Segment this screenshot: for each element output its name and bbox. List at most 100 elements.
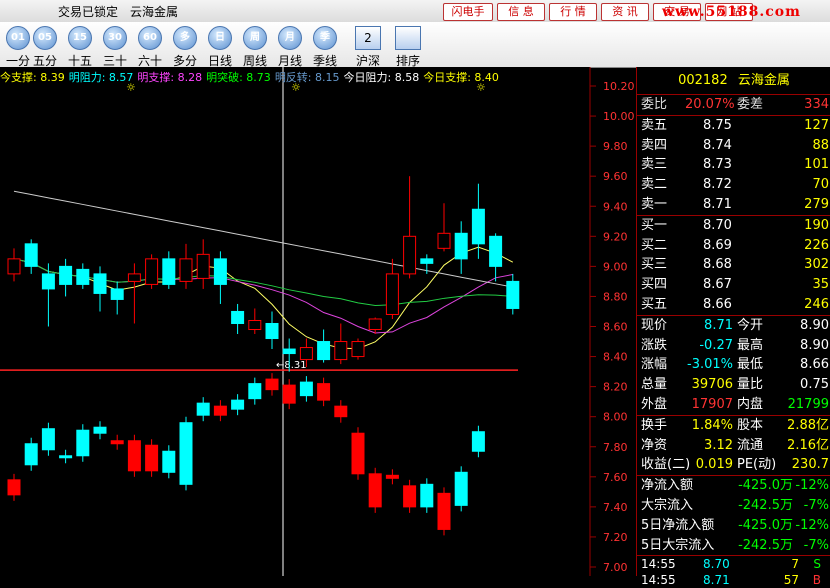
indicator-2: 明支撑: 8.28 xyxy=(137,71,203,84)
flow-value: -242.5万 xyxy=(738,497,793,513)
period-button-9[interactable]: 季季线 xyxy=(309,26,341,69)
candle-body-3 xyxy=(59,265,73,285)
indicator-4: 明反转: 8.15 xyxy=(274,71,340,84)
indicator-1: 明阻力: 8.57 xyxy=(68,71,134,84)
info-button[interactable]: 信 息 xyxy=(497,3,545,21)
indicator-0: 今支撑: 8.39 xyxy=(0,71,65,84)
buy-row-0: 买一 8.70 190 xyxy=(637,216,830,236)
sort-button[interactable]: 排序 xyxy=(392,26,424,69)
stat-row-4: 外盘 17907 内盘 21799 xyxy=(637,395,830,415)
fund-value: 0.019 xyxy=(695,457,733,473)
weibi-value: 20.07% xyxy=(685,97,735,112)
candle-body-13 xyxy=(231,310,245,324)
candle-body-27 xyxy=(471,208,485,245)
stat-row-0: 现价 8.71 今开 8.90 xyxy=(637,316,830,336)
support-label: ←8.31 xyxy=(276,360,307,371)
fund-label: 换手 xyxy=(641,417,668,433)
sell-label: 卖五 xyxy=(641,117,668,133)
stat-value-2: 8.90 xyxy=(800,317,829,333)
news-button[interactable]: 资 讯 xyxy=(601,3,649,21)
chart-icon xyxy=(395,26,421,50)
lower-body-22 xyxy=(385,474,399,479)
fund-label-2: 流通 xyxy=(737,437,764,453)
sell-row-4: 卖一 8.71 279 xyxy=(637,195,830,215)
candle-body-10 xyxy=(179,258,193,282)
period-button-7[interactable]: 周周线 xyxy=(239,26,271,69)
stat-label: 涨幅 xyxy=(641,357,668,373)
axis-label-16: 7.00 xyxy=(603,561,628,574)
kline-chart[interactable]: 10.20 10.00 9.80 9.60 9.40 9.20 9.00 8.80 8.60 8.… xyxy=(0,67,635,576)
candle-body-21 xyxy=(368,318,382,331)
fund-label: 收益(二) xyxy=(641,457,691,473)
fund-value-2: 230.7 xyxy=(791,457,829,473)
lower-body-1 xyxy=(24,443,38,466)
buy-label: 买二 xyxy=(641,237,668,253)
sell-volume: 70 xyxy=(812,177,829,193)
lower-body-12 xyxy=(213,405,227,416)
stat-value-2: 0.75 xyxy=(800,377,829,393)
candle-body-0 xyxy=(7,258,21,275)
flow-row-0: 净流入额 -425.0万 -12% xyxy=(637,476,830,496)
buy-row-4: 买五 8.66 246 xyxy=(637,295,830,315)
lower-body-7 xyxy=(127,440,141,472)
period-button-2[interactable]: 15 十五 xyxy=(64,26,96,69)
stat-value-2: 21799 xyxy=(787,396,829,412)
lower-body-11 xyxy=(196,402,210,416)
trade-price: 8.70 xyxy=(703,557,730,572)
lower-body-13 xyxy=(231,399,245,410)
sell-price: 8.75 xyxy=(703,117,732,133)
stat-value-2: 8.90 xyxy=(800,337,829,353)
sell-row-2: 卖三 8.73 101 xyxy=(637,155,830,175)
candle-body-22 xyxy=(385,273,399,315)
indicator-5: 今日阻力: 8.58 xyxy=(343,71,420,84)
candle-body-5 xyxy=(93,273,107,294)
sell-row-3: 卖二 8.72 70 xyxy=(637,175,830,195)
stat-label-2: 最高 xyxy=(737,337,764,353)
period-button-3[interactable]: 30 三十 xyxy=(99,26,131,69)
axis-label-0: 10.20 xyxy=(603,80,635,93)
stat-value: 39706 xyxy=(691,377,733,393)
candle-body-29 xyxy=(506,280,520,309)
axis-label-14: 7.40 xyxy=(603,501,628,514)
candle-body-28 xyxy=(489,235,503,267)
buy-orders: 买一 8.70 190 买二 8.69 226 买三 8.68 302 买四 8.67 35 买五 8.6… xyxy=(637,216,830,316)
buy-price: 8.66 xyxy=(703,296,732,312)
stat-label-2: 今开 xyxy=(737,317,764,333)
flow-label: 5日净流入额 xyxy=(641,517,715,533)
lower-body-27 xyxy=(471,431,485,452)
axis-label-8: 8.60 xyxy=(603,321,628,334)
axis-label-12: 7.80 xyxy=(603,441,628,454)
period-button-5[interactable]: 多多分 xyxy=(169,26,201,69)
candle-body-23 xyxy=(403,235,417,275)
flow-label: 大宗流入 xyxy=(641,497,694,513)
lower-body-20 xyxy=(351,432,365,475)
flash-trade-button[interactable]: 闪电手 xyxy=(443,3,493,21)
buy-row-1: 买二 8.69 226 xyxy=(637,236,830,256)
candle-body-8 xyxy=(145,258,159,285)
kline-svg: 10.20 10.00 9.80 9.60 9.40 9.20 9.00 8.80 8.60 8.… xyxy=(0,67,635,576)
flow-value: -425.0万 xyxy=(738,478,793,494)
buy-volume: 302 xyxy=(804,257,829,273)
stat-label-2: 量比 xyxy=(737,377,764,393)
shanghai-shenzhen-button[interactable]: 2 沪深 xyxy=(352,26,384,69)
buy-row-2: 买三 8.68 302 xyxy=(637,255,830,275)
stat-value: -0.27 xyxy=(699,337,733,353)
candle-body-26 xyxy=(454,232,468,260)
watermark-url: www.55188.com xyxy=(662,4,801,20)
trade-price: 8.71 xyxy=(703,573,730,588)
sell-orders: 卖五 8.75 127 卖四 8.74 88 卖三 8.73 101 卖二 8.72 70 卖一 8.71… xyxy=(637,116,830,216)
period-button-1[interactable]: 05 五分 xyxy=(29,26,61,69)
period-button-6[interactable]: 日日线 xyxy=(204,26,236,69)
candle-body-15 xyxy=(265,322,279,340)
lower-body-16 xyxy=(282,384,296,404)
period-button-8[interactable]: 月月线 xyxy=(274,26,306,69)
lower-body-26 xyxy=(454,471,468,506)
sell-label: 卖四 xyxy=(641,137,668,153)
period-button-4[interactable]: 60 六十 xyxy=(134,26,166,69)
candle-body-7 xyxy=(127,273,141,282)
stock-code: 002182 xyxy=(678,73,728,88)
quotes-button[interactable]: 行 情 xyxy=(549,3,597,21)
fund-value: 3.12 xyxy=(704,437,733,453)
period-icon: 日 xyxy=(208,26,232,50)
trade-row-1: 14:55 8.71 57 B xyxy=(637,572,830,588)
